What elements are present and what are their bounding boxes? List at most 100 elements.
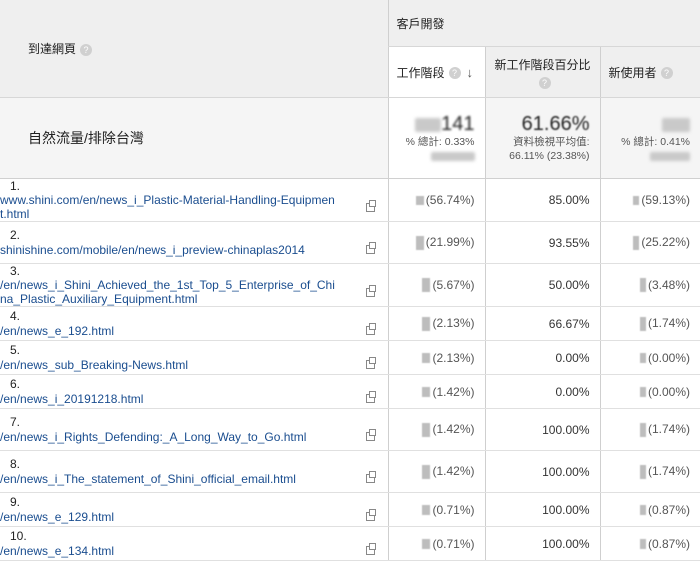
landing-page-header[interactable]: 到達網頁?: [0, 0, 388, 98]
landing-page-header-label: 到達網頁: [28, 42, 77, 56]
table-row: 6. /en/news_i_20191218.html (1.42%) 0.00% (…: [0, 374, 700, 409]
help-icon[interactable]: ?: [80, 43, 93, 56]
row-index: 9. /en/news_e_129.html: [0, 492, 388, 527]
new-sessions-pct-cell: 100.00%: [484, 408, 600, 451]
row-index: 4. /en/news_e_192.html: [0, 306, 388, 341]
sessions-total: 141 % 總計: 0.33%: [387, 97, 485, 179]
blurred-value: [422, 316, 431, 331]
help-icon[interactable]: ?: [538, 76, 551, 89]
table-row: 2.shinishine.com/mobile/en/news_i_previe…: [0, 221, 700, 264]
acquisition-group-label: 客戶開發: [396, 16, 445, 31]
new-users-total: % 總計: 0.41%: [599, 97, 700, 179]
new-sessions-pct-cell: 93.55%: [484, 221, 600, 264]
table-row: 1.www.shini.com/en/news_i_Plastic-Materi…: [0, 178, 700, 222]
sessions-cell: (0.71%): [387, 526, 485, 561]
new-sessions-pct-cell: 85.00%: [484, 178, 600, 222]
sessions-share: (2.13%): [432, 350, 475, 365]
sessions-share: (1.42%): [432, 384, 475, 399]
sessions-share: (56.74%): [425, 193, 475, 207]
blurred-value: [422, 353, 431, 364]
sessions-cell: (2.13%): [387, 306, 485, 341]
sort-descending-icon[interactable]: ↓: [467, 65, 474, 80]
landing-page-link[interactable]: /en/news_sub_Breaking-News.html: [0, 358, 362, 372]
new-sessions-pct-header-label: 新工作階段百分比: [494, 57, 591, 72]
help-icon[interactable]: ?: [660, 67, 673, 80]
open-page-icon[interactable]: [366, 242, 376, 255]
blurred-value: [640, 505, 646, 516]
new-sessions-pct-column-header[interactable]: 新工作階段百分比?: [484, 46, 600, 98]
new-users-column-header[interactable]: 新使用者?: [599, 46, 700, 98]
blurred-value: [422, 278, 431, 293]
landing-page-link[interactable]: /en/news_e_134.html: [0, 544, 362, 558]
sessions-cell: (21.99%): [387, 221, 485, 264]
new-users-share: (3.48%): [648, 277, 691, 292]
new-users-share: (0.00%): [648, 384, 691, 399]
view-average-label: 資料檢視平均值:: [513, 136, 590, 148]
new-sessions-pct-total-value: 61.66%: [521, 113, 590, 135]
sessions-share: (0.71%): [432, 536, 475, 551]
sessions-share: (5.67%): [432, 277, 475, 292]
landing-page-link[interactable]: /en/news_i_Shini_Achieved_the_1st_Top_5_…: [0, 278, 362, 306]
blurred-value: [640, 316, 646, 331]
acquisition-group-header: 客戶開發: [387, 0, 700, 47]
sessions-share: (0.71%): [432, 502, 475, 517]
segment-label: 自然流量/排除台灣: [0, 97, 388, 179]
row-index: 5. /en/news_sub_Breaking-News.html: [0, 340, 388, 375]
new-users-header-label: 新使用者: [608, 65, 657, 80]
sessions-share: (1.42%): [432, 464, 475, 479]
open-page-icon[interactable]: [366, 357, 376, 370]
open-page-icon[interactable]: [366, 391, 376, 404]
new-sessions-pct-cell: 50.00%: [484, 263, 600, 307]
sessions-total-value: 141: [389, 113, 475, 135]
new-users-cell: (1.74%): [599, 408, 700, 451]
blurred-value: [640, 278, 646, 293]
new-users-cell: (0.00%): [599, 340, 700, 375]
new-users-share: (1.74%): [648, 464, 691, 479]
landing-page-link[interactable]: shinishine.com/mobile/en/news_i_preview-…: [0, 243, 362, 257]
new-users-share: (59.13%): [641, 193, 691, 207]
open-page-icon[interactable]: [366, 284, 376, 297]
sessions-cell: (56.74%): [387, 178, 485, 222]
landing-page-link[interactable]: /en/news_i_20191218.html: [0, 392, 362, 406]
sessions-column-header[interactable]: 工作階段? ↓: [387, 46, 485, 98]
sessions-cell: (5.67%): [387, 263, 485, 307]
landing-page-link[interactable]: /en/news_e_129.html: [0, 510, 362, 524]
landing-page-link[interactable]: /en/news_i_Rights_Defending:_A_Long_Way_…: [0, 430, 362, 444]
open-page-icon[interactable]: [366, 323, 376, 336]
sessions-cell: (1.42%): [387, 450, 485, 493]
landing-page-link[interactable]: /en/news_i_The_statement_of_Shini_offici…: [0, 472, 362, 486]
sessions-cell: (1.42%): [387, 374, 485, 409]
new-users-cell: (3.48%): [599, 263, 700, 307]
help-icon[interactable]: ?: [448, 67, 461, 80]
landing-page-link[interactable]: www.shini.com/en/news_i_Plastic-Material…: [0, 193, 362, 221]
new-users-total-share: % 總計: 0.41%: [621, 136, 691, 148]
analytics-report-table: 到達網頁? 客戶開發 工作階段? ↓ 新工作階段百分比? 新使用者? 自然流量/排…: [0, 0, 700, 561]
open-page-icon[interactable]: [366, 199, 376, 212]
blurred-value: [415, 235, 424, 250]
row-index: 7. /en/news_i_Rights_Defending:_A_Long_W…: [0, 408, 388, 451]
new-users-cell: (59.13%): [599, 178, 700, 222]
blurred-value: [422, 422, 431, 437]
new-users-share: (25.22%): [641, 235, 691, 250]
blurred-value: [650, 151, 691, 161]
new-users-share: (1.74%): [648, 316, 691, 331]
landing-page-link[interactable]: /en/news_e_192.html: [0, 324, 362, 338]
open-page-icon[interactable]: [366, 429, 376, 442]
new-users-share: (0.87%): [648, 502, 691, 517]
view-average-value: 66.11% (23.38%): [509, 150, 590, 162]
new-users-cell: (1.74%): [599, 450, 700, 493]
blurred-value: [633, 235, 640, 250]
table-row: 7. /en/news_i_Rights_Defending:_A_Long_W…: [0, 408, 700, 451]
blurred-value: [422, 505, 431, 516]
table-row: 3. /en/news_i_Shini_Achieved_the_1st_Top…: [0, 263, 700, 307]
open-page-icon[interactable]: [366, 509, 376, 522]
open-page-icon[interactable]: [366, 543, 376, 556]
open-page-icon[interactable]: [366, 471, 376, 484]
new-users-total-value: [601, 113, 691, 135]
new-sessions-pct-cell: 100.00%: [484, 492, 600, 527]
sessions-cell: (1.42%): [387, 408, 485, 451]
row-index: 3. /en/news_i_Shini_Achieved_the_1st_Top…: [0, 263, 388, 307]
sessions-header-label: 工作階段: [396, 65, 445, 80]
sessions-cell: (0.71%): [387, 492, 485, 527]
blurred-value: [640, 422, 646, 437]
